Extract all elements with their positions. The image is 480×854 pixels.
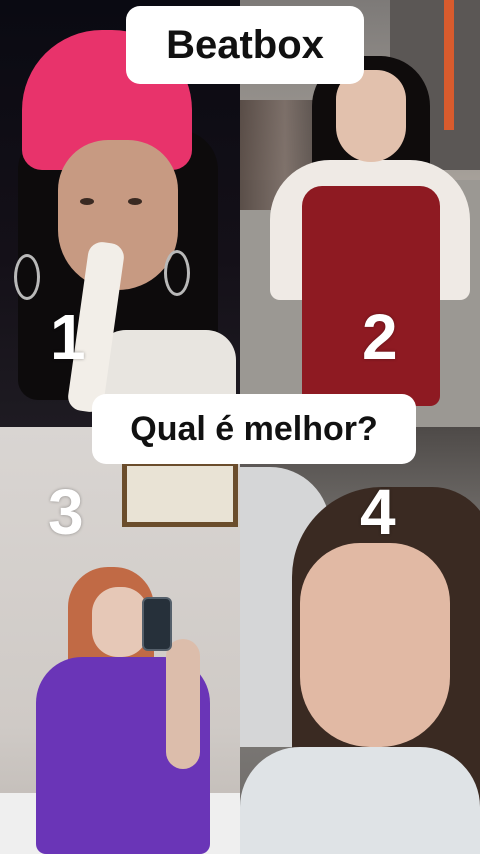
eye-left — [80, 198, 94, 205]
panel-number-3: 3 — [48, 476, 84, 548]
panel-number-4: 4 — [360, 476, 396, 548]
panel-3: 3 — [0, 427, 240, 854]
video-frame: 1 2 3 4 Beatbox Qual é melhor? — [0, 0, 480, 854]
panel-number-2: 2 — [362, 301, 398, 373]
eye-right — [128, 198, 142, 205]
panel-4: 4 — [240, 427, 480, 854]
earring-left — [14, 254, 40, 300]
panel-4-shirt — [240, 747, 480, 854]
smartphone — [142, 597, 172, 651]
panel-number-1: 1 — [50, 301, 86, 373]
tattooed-arm — [166, 639, 200, 769]
title-caption: Beatbox — [126, 6, 364, 84]
question-caption: Qual é melhor? — [92, 394, 416, 464]
earring-right — [164, 250, 190, 296]
street-sign-pole — [444, 0, 454, 130]
panel-4-face — [300, 543, 450, 747]
wall-picture-frame — [122, 461, 238, 527]
panel-3-face — [92, 587, 148, 657]
